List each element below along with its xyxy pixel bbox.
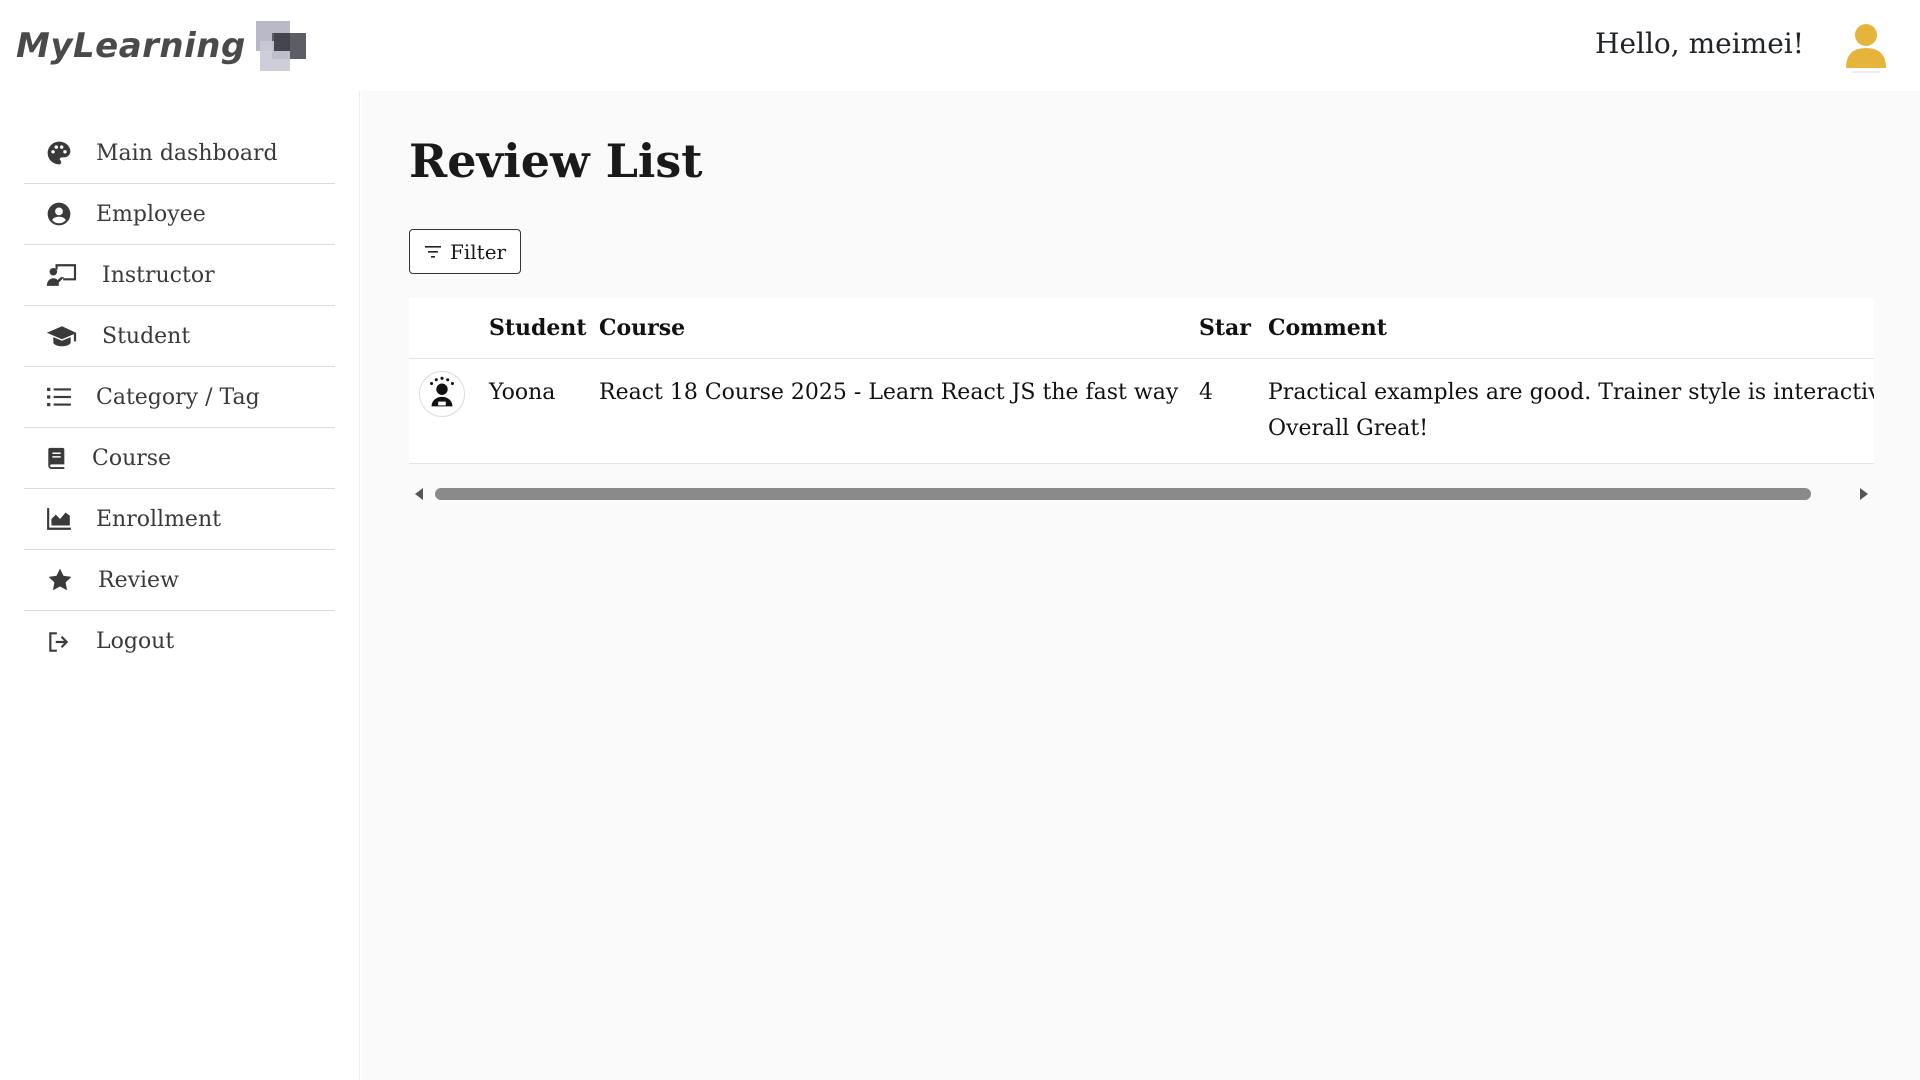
sidebar-item-student[interactable]: Student <box>24 306 335 367</box>
chalkboard-teacher-icon <box>46 262 82 288</box>
student-avatar-icon <box>419 370 465 417</box>
sidebar-item-employee[interactable]: Employee <box>24 184 335 245</box>
scroll-left-arrow-icon[interactable] <box>411 486 427 502</box>
sign-out-icon <box>46 629 76 655</box>
sidebar-item-enrollment[interactable]: Enrollment <box>24 489 335 550</box>
sidebar-item-label: Category / Tag <box>96 384 260 410</box>
sidebar-item-label: Logout <box>96 629 175 654</box>
sidebar-item-main-dashboard[interactable]: Main dashboard <box>24 123 335 184</box>
column-header-avatar <box>409 298 479 359</box>
app-logo[interactable]: MyLearning <box>16 18 308 74</box>
scroll-right-arrow-icon[interactable] <box>1856 486 1872 502</box>
sidebar-item-label: Employee <box>96 201 206 227</box>
user-greeting: Hello, meimei! <box>1595 27 1804 60</box>
graduation-cap-icon <box>46 323 82 349</box>
sidebar-item-label: Instructor <box>102 262 215 288</box>
column-header-student[interactable]: Student <box>479 298 589 359</box>
sidebar-item-instructor[interactable]: Instructor <box>24 245 335 306</box>
sidebar-item-label: Review <box>98 567 179 593</box>
sidebar-item-label: Main dashboard <box>96 140 278 166</box>
sidebar-item-review[interactable]: Review <box>24 550 335 611</box>
book-icon <box>46 445 72 471</box>
star-cell: 4 <box>1189 358 1258 464</box>
sidebar-item-label: Student <box>102 323 191 349</box>
table-header-row: Student Course Star Comment <box>409 298 1874 359</box>
sidebar-item-logout[interactable]: Logout <box>24 611 335 672</box>
horizontal-scrollbar[interactable] <box>409 482 1874 506</box>
review-table-container: Student Course Star Comment Yoona React … <box>409 298 1874 464</box>
logo-text: MyLearning <box>16 26 246 66</box>
filter-icon <box>425 245 441 258</box>
comment-cell: Practical examples are good. Trainer sty… <box>1258 358 1874 464</box>
column-header-comment[interactable]: Comment <box>1258 298 1874 359</box>
filter-button[interactable]: Filter <box>409 229 522 274</box>
sidebar-item-course[interactable]: Course <box>24 428 335 489</box>
avatar-cell <box>409 358 479 464</box>
sidebar-item-label: Course <box>92 445 172 471</box>
sidebar-nav: Main dashboard Employee Instructor Stude… <box>0 91 360 1080</box>
sidebar-item-category-tag[interactable]: Category / Tag <box>24 367 335 428</box>
palette-icon <box>46 140 76 166</box>
star-icon <box>46 567 78 593</box>
area-chart-icon <box>46 506 76 532</box>
column-header-course[interactable]: Course <box>589 298 1189 359</box>
user-avatar-icon[interactable] <box>1844 22 1888 74</box>
column-header-star[interactable]: Star <box>1189 298 1258 359</box>
top-header: MyLearning Hello, meimei! <box>0 0 1920 91</box>
scrollbar-thumb[interactable] <box>435 487 1811 500</box>
review-table: Student Course Star Comment Yoona React … <box>409 298 1874 464</box>
filter-button-label: Filter <box>450 239 507 264</box>
page-title: Review List <box>409 134 703 188</box>
table-row[interactable]: Yoona React 18 Course 2025 - Learn React… <box>409 358 1874 464</box>
list-icon <box>46 384 76 410</box>
main-content: Review List Filter Student Course Star C… <box>361 91 1920 1080</box>
user-circle-icon <box>46 201 76 227</box>
student-cell: Yoona <box>479 358 589 464</box>
logo-mark-icon <box>254 19 308 73</box>
sidebar-item-label: Enrollment <box>96 506 221 532</box>
course-cell: React 18 Course 2025 - Learn React JS th… <box>589 358 1189 464</box>
